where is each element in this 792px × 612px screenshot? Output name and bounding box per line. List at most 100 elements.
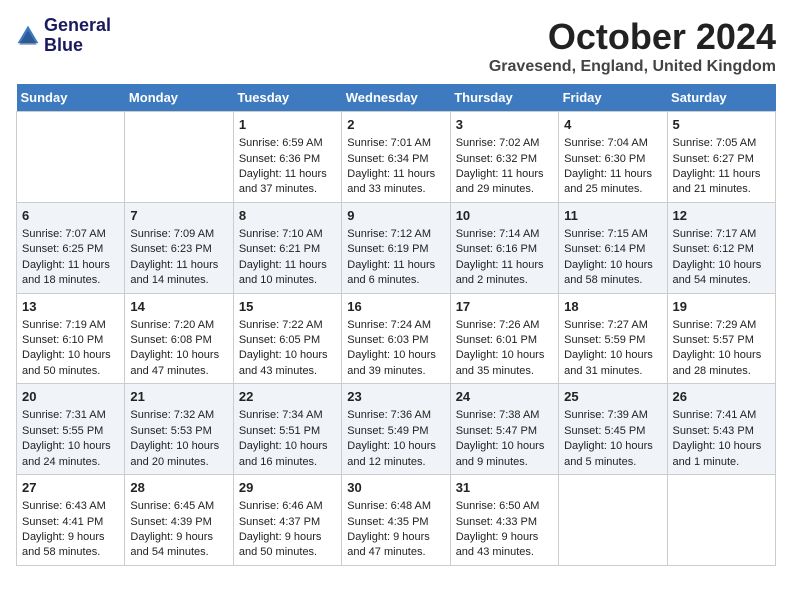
cell-content: Daylight: 9 hours and 47 minutes.	[347, 530, 444, 561]
calendar-cell: 5Sunrise: 7:05 AMSunset: 6:27 PMDaylight…	[667, 112, 775, 203]
cell-content: Sunrise: 7:34 AM	[239, 408, 336, 423]
cell-content: Sunrise: 7:04 AM	[564, 136, 661, 151]
cell-content: Sunset: 6:30 PM	[564, 152, 661, 167]
calendar-cell: 11Sunrise: 7:15 AMSunset: 6:14 PMDayligh…	[559, 202, 667, 293]
cell-content: Daylight: 10 hours and 28 minutes.	[673, 348, 770, 379]
day-number: 7	[130, 207, 227, 225]
cell-content: Daylight: 10 hours and 1 minute.	[673, 439, 770, 470]
calendar-cell: 31Sunrise: 6:50 AMSunset: 4:33 PMDayligh…	[450, 475, 558, 566]
day-of-week-header: Thursday	[450, 84, 558, 112]
calendar-cell: 3Sunrise: 7:02 AMSunset: 6:32 PMDaylight…	[450, 112, 558, 203]
day-of-week-header: Saturday	[667, 84, 775, 112]
cell-content: Sunset: 6:01 PM	[456, 333, 553, 348]
cell-content: Sunrise: 7:19 AM	[22, 318, 119, 333]
day-of-week-header: Friday	[559, 84, 667, 112]
calendar-cell: 13Sunrise: 7:19 AMSunset: 6:10 PMDayligh…	[17, 293, 125, 384]
calendar-cell: 7Sunrise: 7:09 AMSunset: 6:23 PMDaylight…	[125, 202, 233, 293]
day-number: 28	[130, 479, 227, 497]
cell-content: Sunrise: 7:22 AM	[239, 318, 336, 333]
cell-content: Sunrise: 7:20 AM	[130, 318, 227, 333]
calendar-table: SundayMondayTuesdayWednesdayThursdayFrid…	[16, 84, 776, 566]
calendar-cell: 22 Sunrise: 7:34 AMSunset: 5:51 PMDayligh…	[233, 384, 341, 475]
cell-content: Daylight: 11 hours and 2 minutes.	[456, 258, 553, 289]
cell-content: Sunset: 6:23 PM	[130, 242, 227, 257]
day-number: 19	[673, 298, 770, 316]
cell-content: Sunset: 6:34 PM	[347, 152, 444, 167]
cell-content: Sunrise: 7:31 AM	[22, 408, 119, 423]
cell-content: Sunrise: 7:38 AM	[456, 408, 553, 423]
day-number: 26	[673, 388, 770, 406]
cell-content: Sunrise: 7:14 AM	[456, 227, 553, 242]
cell-content: Sunset: 6:16 PM	[456, 242, 553, 257]
cell-content: Sunset: 5:49 PM	[347, 424, 444, 439]
cell-content: Sunrise: 7:26 AM	[456, 318, 553, 333]
cell-content: Sunset: 6:05 PM	[239, 333, 336, 348]
cell-content: Daylight: 10 hours and 24 minutes.	[22, 439, 119, 470]
cell-content: Sunset: 6:10 PM	[22, 333, 119, 348]
cell-content: Sunset: 5:51 PM	[239, 424, 336, 439]
calendar-cell: 25Sunrise: 7:39 AMSunset: 5:45 PMDayligh…	[559, 384, 667, 475]
day-of-week-header: Sunday	[17, 84, 125, 112]
cell-content: Daylight: 10 hours and 20 minutes.	[130, 439, 227, 470]
calendar-cell: 19 Sunrise: 7:29 AMSunset: 5:57 PMDayligh…	[667, 293, 775, 384]
calendar-cell	[667, 475, 775, 566]
page-header: General Blue October 2024 Gravesend, Eng…	[16, 16, 776, 76]
cell-content: Sunset: 6:32 PM	[456, 152, 553, 167]
day-number: 1	[239, 116, 336, 134]
cell-content: Sunset: 5:43 PM	[673, 424, 770, 439]
calendar-cell: 30Sunrise: 6:48 AMSunset: 4:35 PMDayligh…	[342, 475, 450, 566]
day-number: 16	[347, 298, 444, 316]
cell-content: Daylight: 10 hours and 12 minutes.	[347, 439, 444, 470]
calendar-cell: 23 Sunrise: 7:36 AMSunset: 5:49 PMDayligh…	[342, 384, 450, 475]
cell-content: Sunrise: 7:32 AM	[130, 408, 227, 423]
day-number: 23	[347, 388, 444, 406]
calendar-cell: 4Sunrise: 7:04 AMSunset: 6:30 PMDaylight…	[559, 112, 667, 203]
cell-content: Sunset: 5:47 PM	[456, 424, 553, 439]
cell-content: Sunset: 6:08 PM	[130, 333, 227, 348]
day-number: 29	[239, 479, 336, 497]
calendar-cell	[559, 475, 667, 566]
cell-content: Sunrise: 7:24 AM	[347, 318, 444, 333]
cell-content: Daylight: 11 hours and 33 minutes.	[347, 167, 444, 198]
cell-content: Daylight: 10 hours and 54 minutes.	[673, 258, 770, 289]
location-title: Gravesend, England, United Kingdom	[489, 58, 776, 76]
cell-content: Sunrise: 7:07 AM	[22, 227, 119, 242]
calendar-cell: 26Sunrise: 7:41 AMSunset: 5:43 PMDayligh…	[667, 384, 775, 475]
month-title: October 2024	[489, 16, 776, 58]
day-number: 18	[564, 298, 661, 316]
cell-content: Daylight: 10 hours and 5 minutes.	[564, 439, 661, 470]
day-number: 24	[456, 388, 553, 406]
calendar-cell: 18Sunrise: 7:27 AMSunset: 5:59 PMDayligh…	[559, 293, 667, 384]
calendar-week-row: 27Sunrise: 6:43 AMSunset: 4:41 PMDayligh…	[17, 475, 776, 566]
day-number: 14	[130, 298, 227, 316]
calendar-cell: 17 Sunrise: 7:26 AMSunset: 6:01 PMDayligh…	[450, 293, 558, 384]
calendar-cell: 1Sunrise: 6:59 AMSunset: 6:36 PMDaylight…	[233, 112, 341, 203]
cell-content: Daylight: 10 hours and 16 minutes.	[239, 439, 336, 470]
cell-content: Daylight: 10 hours and 35 minutes.	[456, 348, 553, 379]
cell-content: Sunrise: 7:09 AM	[130, 227, 227, 242]
calendar-cell: 15Sunrise: 7:22 AMSunset: 6:05 PMDayligh…	[233, 293, 341, 384]
logo-line1: General	[44, 16, 111, 36]
cell-content: Sunrise: 7:29 AM	[673, 318, 770, 333]
day-number: 17	[456, 298, 553, 316]
logo-line2: Blue	[44, 36, 111, 56]
day-number: 20	[22, 388, 119, 406]
cell-content: Sunrise: 7:36 AM	[347, 408, 444, 423]
day-number: 22	[239, 388, 336, 406]
cell-content: Sunrise: 6:46 AM	[239, 499, 336, 514]
day-number: 13	[22, 298, 119, 316]
cell-content: Sunrise: 7:05 AM	[673, 136, 770, 151]
cell-content: Daylight: 9 hours and 50 minutes.	[239, 530, 336, 561]
calendar-cell: 2Sunrise: 7:01 AMSunset: 6:34 PMDaylight…	[342, 112, 450, 203]
cell-content: Daylight: 10 hours and 31 minutes.	[564, 348, 661, 379]
calendar-cell: 20Sunrise: 7:31 AMSunset: 5:55 PMDayligh…	[17, 384, 125, 475]
day-number: 30	[347, 479, 444, 497]
cell-content: Sunset: 6:27 PM	[673, 152, 770, 167]
calendar-week-row: 13 Sunrise: 7:19 AMSunset: 6:10 PM Dayligh…	[17, 293, 776, 384]
cell-content: Sunset: 6:03 PM	[347, 333, 444, 348]
cell-content: Daylight: 9 hours and 54 minutes.	[130, 530, 227, 561]
cell-content: Sunset: 5:57 PM	[673, 333, 770, 348]
cell-content: Daylight: 9 hours and 58 minutes.	[22, 530, 119, 561]
calendar-cell: 16Sunrise: 7:24 AMSunset: 6:03 PMDayligh…	[342, 293, 450, 384]
day-of-week-header: Monday	[125, 84, 233, 112]
